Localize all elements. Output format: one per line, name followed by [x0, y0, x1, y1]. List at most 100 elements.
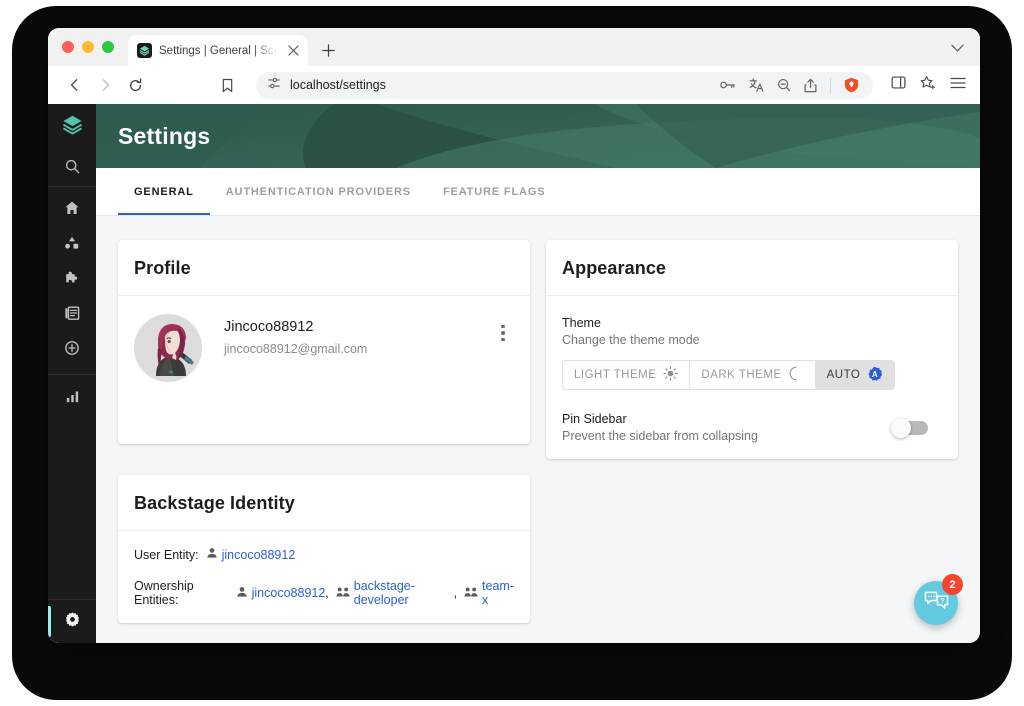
appearance-card: Appearance Theme Change the theme mode L…: [546, 240, 958, 459]
close-icon[interactable]: [285, 43, 301, 59]
identity-card-title: Backstage Identity: [134, 493, 295, 513]
bookmark-star-icon[interactable]: [920, 75, 936, 96]
user-entity-row: User Entity: jincoco88912: [134, 547, 514, 562]
sidebar-item-docs[interactable]: [48, 298, 96, 333]
bar-chart-icon: [65, 389, 80, 409]
password-key-icon[interactable]: [720, 79, 736, 91]
ownership-entity-link[interactable]: team-x: [482, 579, 514, 607]
sidebar-active-indicator: [48, 606, 51, 637]
chevron-down-icon[interactable]: [951, 39, 964, 57]
appearance-card-header: Appearance: [546, 240, 958, 296]
puzzle-icon: [64, 270, 80, 291]
plus-icon[interactable]: [318, 40, 338, 60]
browser-tab[interactable]: Settings | General | Scaffolde: [128, 35, 308, 66]
sidebar-item-analytics[interactable]: [48, 381, 96, 416]
theme-option-light[interactable]: LIGHT THEME: [562, 360, 691, 390]
theme-button-group: LIGHT THEME DARK THEME AUTO A: [562, 360, 942, 390]
theme-option-auto[interactable]: AUTO A: [815, 360, 896, 390]
sidebar-item-catalog[interactable]: [48, 228, 96, 263]
window-close-button[interactable]: [62, 40, 74, 53]
svg-text:?: ?: [940, 597, 944, 605]
brave-shield-icon[interactable]: [844, 77, 859, 93]
theme-option-light-label: LIGHT THEME: [574, 369, 657, 381]
backstage-identity-card: Backstage Identity User Entity: jincoco8…: [118, 475, 530, 623]
window-minimize-button[interactable]: [82, 40, 94, 53]
identity-card-header: Backstage Identity: [118, 475, 530, 531]
group-icon: [464, 586, 478, 601]
zoom-out-icon[interactable]: [777, 78, 791, 92]
group-icon: [336, 586, 350, 601]
ownership-entity-link[interactable]: jincoco88912: [252, 586, 326, 600]
docs-icon: [64, 305, 80, 326]
avatar: [134, 314, 202, 382]
user-avatar: [134, 314, 202, 382]
ownership-entity-chip[interactable]: backstage-developer: [336, 579, 454, 607]
appearance-card-title: Appearance: [562, 258, 667, 278]
pin-sidebar-description: Prevent the sidebar from collapsing: [562, 429, 758, 443]
address-bar[interactable]: localhost/settings: [256, 71, 873, 99]
sidebar-item-home[interactable]: [48, 193, 96, 228]
sidebar-logo[interactable]: [48, 104, 96, 151]
backstage-logo-icon: [137, 43, 152, 58]
auto-badge-icon: A: [867, 366, 883, 385]
profile-info: Jincoco88912 jincoco88912@gmail.com: [224, 314, 470, 356]
forward-arrow-icon[interactable]: [92, 72, 118, 98]
screenshot-root: Settings | General | Scaffolde: [0, 0, 1024, 706]
reload-icon[interactable]: [122, 72, 148, 98]
browser-tab-strip: Settings | General | Scaffolde: [48, 28, 980, 66]
create-icon: [64, 340, 80, 361]
theme-label: Theme: [562, 316, 601, 330]
tab-general[interactable]: GENERAL: [118, 168, 210, 215]
catalog-icon: [64, 235, 80, 256]
user-entity-link[interactable]: jincoco88912: [222, 548, 296, 562]
sidebar-panel-icon[interactable]: [891, 75, 906, 95]
hamburger-menu-icon[interactable]: [950, 76, 966, 94]
ownership-entity-chip[interactable]: team-x: [464, 579, 514, 607]
app-sidebar: [48, 104, 96, 643]
tab-authentication-providers[interactable]: AUTHENTICATION PROVIDERS: [210, 168, 427, 215]
moon-icon: [789, 366, 804, 384]
sidebar-item-settings[interactable]: [48, 599, 96, 643]
ownership-separator: ,: [453, 586, 458, 600]
window-maximize-button[interactable]: [102, 40, 114, 53]
identity-card-body: User Entity: jincoco88912 Ownership Enti…: [118, 531, 530, 623]
settings-grid: Profile Jincoco88912 jincoco88912@gmail.…: [118, 240, 958, 623]
sidebar-main-group: [48, 187, 96, 374]
user-entity-chip[interactable]: jincoco88912: [206, 547, 296, 562]
user-entity-label: User Entity:: [134, 547, 199, 562]
back-arrow-icon[interactable]: [62, 72, 88, 98]
settings-content: Profile Jincoco88912 jincoco88912@gmail.…: [96, 216, 980, 643]
profile-email: jincoco88912@gmail.com: [224, 342, 368, 356]
sliders-icon[interactable]: [267, 76, 281, 95]
support-button[interactable]: ? 2: [914, 574, 963, 625]
more-vertical-icon[interactable]: [492, 318, 514, 348]
tab-feature-flags[interactable]: FEATURE FLAGS: [427, 168, 562, 215]
sidebar-tools-group: [48, 375, 96, 422]
header-decoration: [96, 104, 980, 168]
pin-sidebar-toggle[interactable]: [891, 417, 928, 438]
profile-card: Profile Jincoco88912 jincoco88912@gmail.…: [118, 240, 530, 444]
person-icon: [236, 586, 248, 601]
gear-icon: [64, 611, 81, 633]
ownership-entity-link[interactable]: backstage-developer: [354, 579, 454, 607]
ownership-entity-chip[interactable]: jincoco88912: [236, 586, 326, 601]
sidebar-item-apis[interactable]: [48, 263, 96, 298]
translate-icon[interactable]: [749, 78, 764, 92]
theme-option-dark[interactable]: DARK THEME: [690, 360, 816, 390]
page-title: Settings: [118, 122, 211, 149]
ownership-entities-row: Ownership Entities: jincoco88912 , backs…: [134, 579, 514, 607]
share-icon[interactable]: [804, 78, 817, 93]
profile-card-header: Profile: [118, 240, 530, 296]
theme-option-auto-label: AUTO: [826, 369, 861, 381]
sidebar-item-create[interactable]: [48, 333, 96, 368]
home-icon: [64, 200, 80, 221]
bookmark-icon[interactable]: [214, 72, 240, 98]
theme-description: Change the theme mode: [562, 333, 700, 347]
settings-tab-bar: GENERAL AUTHENTICATION PROVIDERS FEATURE…: [96, 168, 980, 216]
theme-option-dark-label: DARK THEME: [701, 369, 782, 381]
window-traffic-lights: [62, 28, 114, 66]
sidebar-item-search[interactable]: [48, 151, 96, 186]
backstage-app: Settings GENERAL AUTHENTICATION PROVIDER…: [48, 104, 980, 643]
toolbar-divider: [830, 77, 831, 93]
sun-icon: [663, 366, 679, 384]
